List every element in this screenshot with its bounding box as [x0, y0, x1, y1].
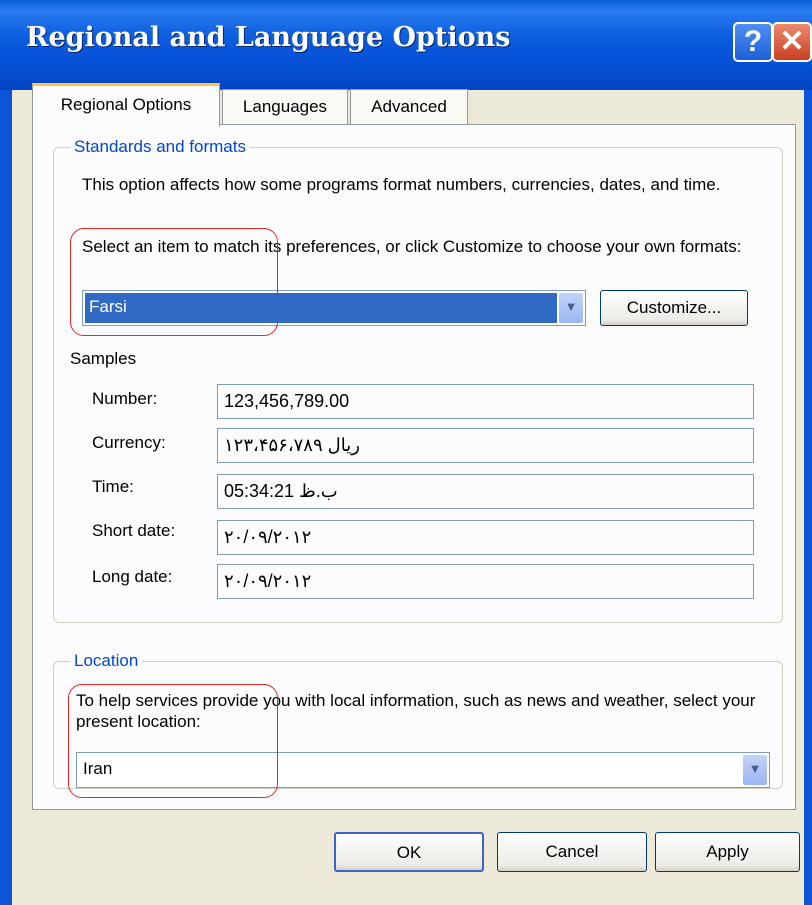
tab-languages[interactable]: Languages: [222, 89, 348, 125]
location-select-value: Iran: [83, 759, 113, 778]
samples-heading: Samples: [70, 349, 137, 368]
window-frame-left: [0, 90, 12, 905]
help-icon: ?: [743, 25, 763, 58]
apply-button[interactable]: Apply: [655, 832, 800, 872]
standards-formats-legend: Standards and formats: [70, 136, 250, 158]
standards-formats-group: Standards and formats This option affect…: [53, 136, 783, 623]
sample-label-long-date: Long date:: [92, 567, 173, 586]
sample-label-time: Time:: [92, 477, 134, 496]
tab-regional-options[interactable]: Regional Options: [32, 83, 220, 127]
tab-panel-regional-options: Standards and formats This option affect…: [32, 124, 796, 810]
location-description: To help services provide you with local …: [76, 691, 756, 731]
sample-value-currency: ریال ۱۲۳،۴۵۶،۷۸۹: [217, 428, 754, 463]
location-legend: Location: [70, 650, 143, 672]
cancel-button[interactable]: Cancel: [497, 832, 647, 872]
location-select[interactable]: Iran ▼: [76, 752, 770, 788]
ok-button[interactable]: OK: [334, 832, 484, 872]
sample-label-number: Number:: [92, 389, 158, 408]
chevron-down-icon[interactable]: ▼: [559, 293, 583, 323]
close-button[interactable]: ✕: [772, 22, 812, 62]
help-button[interactable]: ?: [733, 22, 773, 62]
chevron-down-icon[interactable]: ▼: [743, 755, 767, 785]
location-group: Location To help services provide you wi…: [53, 650, 783, 789]
close-icon: ✕: [779, 25, 805, 58]
tab-advanced[interactable]: Advanced: [350, 89, 468, 125]
format-select[interactable]: Farsi ▼: [82, 290, 586, 326]
sample-label-short-date: Short date:: [92, 521, 176, 540]
title-bar[interactable]: Regional and Language Options ? ✕: [0, 0, 812, 90]
sample-label-currency: Currency:: [92, 433, 166, 452]
sample-value-time: ب.ظ 05:34:21: [217, 474, 754, 509]
standards-description: This option affects how some programs fo…: [82, 175, 721, 194]
sample-value-long-date: ۲۰/۰۹/۲۰۱۲: [217, 564, 754, 599]
sample-value-number: 123,456,789.00: [217, 384, 754, 419]
customize-button[interactable]: Customize...: [600, 290, 748, 326]
window-title: Regional and Language Options: [26, 22, 511, 53]
format-instruction: Select an item to match its preferences,…: [82, 237, 742, 256]
sample-value-short-date: ۲۰/۰۹/۲۰۱۲: [217, 520, 754, 555]
format-select-value: Farsi: [85, 293, 557, 323]
window-frame-right: [804, 90, 812, 905]
